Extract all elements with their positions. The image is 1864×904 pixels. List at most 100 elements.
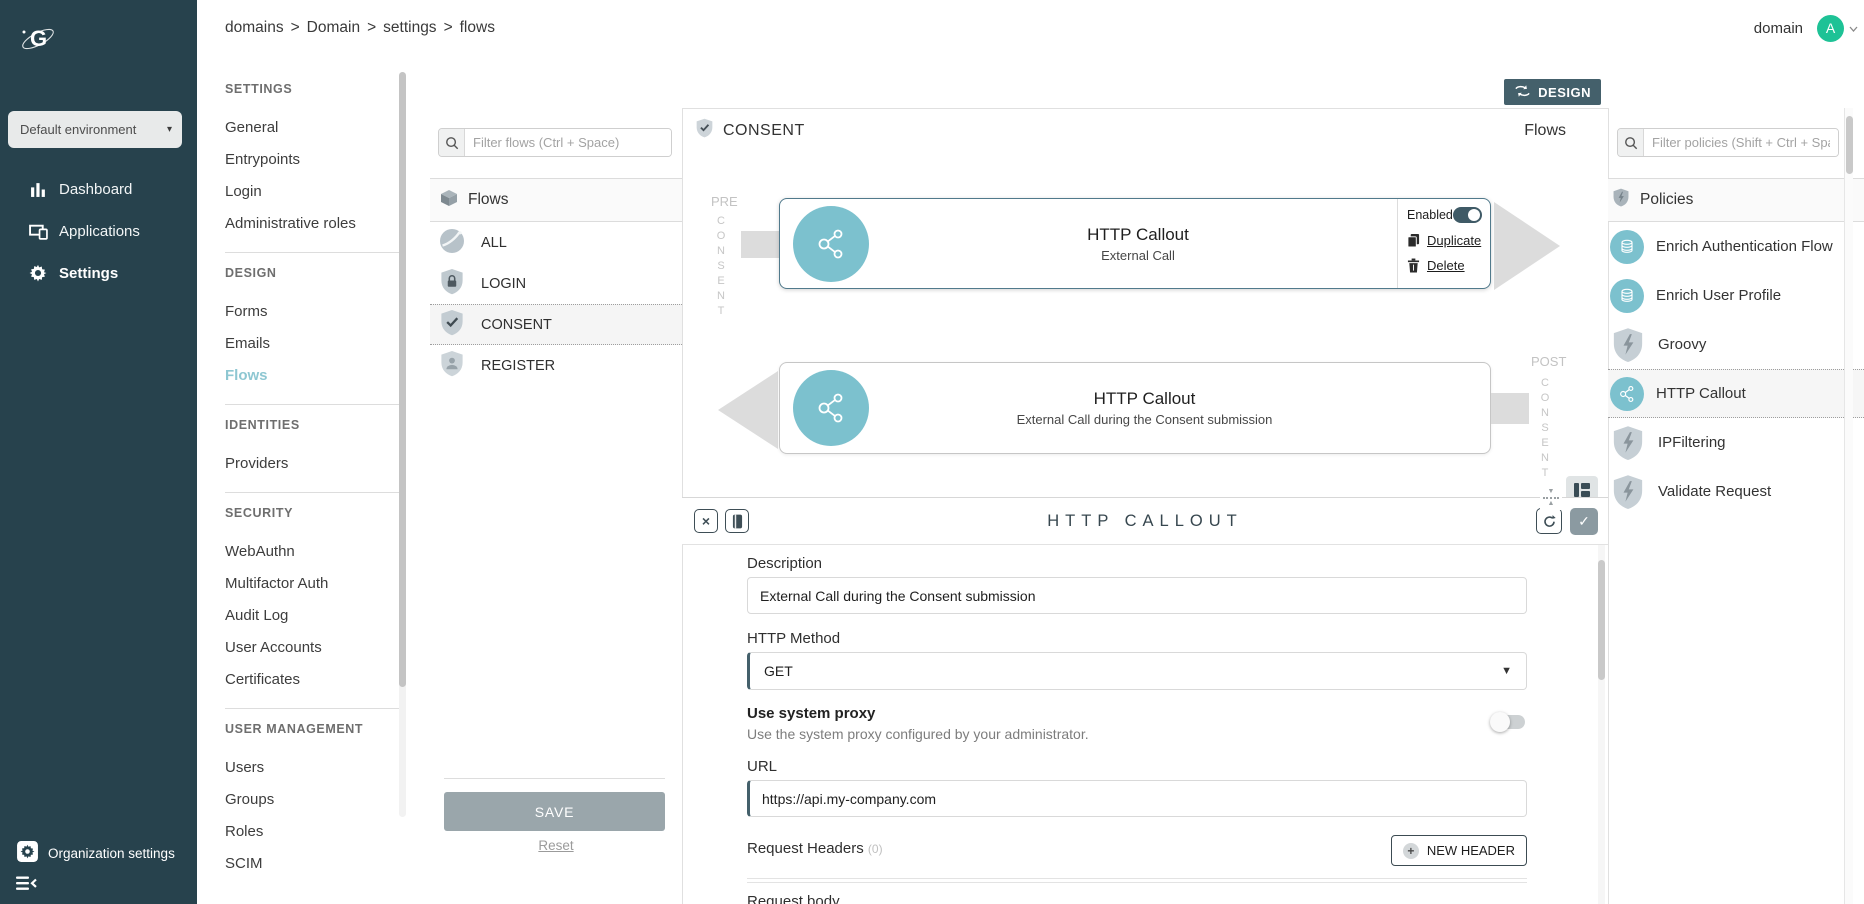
close-panel-button[interactable]: × [694,509,718,533]
scrollbar-thumb[interactable] [399,72,406,687]
sidebar-item-dashboard[interactable]: Dashboard [0,168,197,210]
trash-icon [1407,258,1420,273]
toggle-knob [1468,209,1480,221]
menu-item-scim[interactable]: SCIM [225,848,430,880]
apply-policy-button[interactable]: ✓ [1570,508,1598,535]
use-system-proxy-toggle[interactable] [1492,715,1525,729]
policy-item-label: Enrich User Profile [1656,287,1781,304]
swap-arrows-icon [1514,84,1531,101]
policy-item-label: Validate Request [1658,483,1771,500]
enabled-toggle[interactable] [1453,207,1482,223]
flow-node-http-callout-post[interactable]: HTTP Callout External Call during the Co… [779,362,1491,454]
chevron-down-icon[interactable] [1849,19,1858,37]
scrollbar-thumb[interactable] [1846,116,1853,174]
flow-item-login[interactable]: LOGIN [430,263,682,304]
breadcrumb-settings[interactable]: settings [383,19,436,37]
flow-item-label: ALL [481,235,507,251]
collapse-sidebar-button[interactable] [16,876,37,896]
sidebar-nav: Dashboard Applications Settings [0,168,197,294]
documentation-button[interactable] [725,509,749,533]
new-header-label: NEW HEADER [1427,843,1515,858]
policy-panel-title: HTTP CALLOUT [682,512,1608,531]
flow-item-all[interactable]: ALL [430,222,682,263]
policies-column: Policies Enrich Authentication Flow Enri… [1608,56,1864,904]
drag-dots-icon [1543,497,1559,499]
delete-button[interactable]: Delete [1407,258,1482,273]
chevron-down-icon: ▾ [167,124,172,135]
description-input[interactable] [747,577,1527,614]
description-label: Description [747,555,822,572]
divider [747,882,1527,883]
environment-label: Default environment [20,122,167,137]
globe-icon [439,228,465,258]
page: G Default environment ▾ Dashboard Applic… [0,0,1864,904]
policy-item-ipfiltering[interactable]: IPFiltering [1608,418,1864,467]
node-title: HTTP Callout [879,389,1410,409]
reset-link[interactable]: Reset [430,838,682,853]
breadcrumb-domain[interactable]: Domain [307,19,360,37]
flow-item-register[interactable]: REGISTER [430,345,682,386]
reset-policy-button[interactable] [1536,508,1562,534]
policies-list-header: Policies [1608,178,1864,222]
settings-menu: SETTINGS General Entrypoints Login Admin… [197,56,430,904]
policy-item-validate-request[interactable]: Validate Request [1608,467,1864,516]
flow-arrow-left [718,371,778,454]
use-system-proxy-label: Use system proxy [747,705,875,722]
design-button[interactable]: DESIGN [1504,79,1601,105]
org-gear-icon [16,840,39,866]
gear-icon [28,264,48,282]
flow-node-http-callout-pre[interactable]: HTTP Callout External Call Enabled Dupli… [779,198,1491,289]
post-lane-label: POST [1531,354,1566,369]
save-button[interactable]: SAVE [444,792,665,831]
divider [225,404,400,405]
organization-settings-link[interactable]: Organization settings [16,840,175,866]
policy-item-label: HTTP Callout [1656,385,1746,402]
layout-icon [1574,483,1590,497]
topbar: domains > Domain > settings > flows doma… [197,0,1864,56]
request-body-label: Request body [747,893,840,904]
policies-header-label: Policies [1640,191,1693,209]
sidebar-item-label: Settings [59,265,118,282]
policy-form: Description HTTP Method GET ▼ Use system… [747,545,1527,904]
flows-filter-input[interactable] [465,129,671,156]
divider [225,492,400,493]
breadcrumb-flows[interactable]: flows [460,19,495,37]
devices-icon [28,223,48,240]
sidebar-item-applications[interactable]: Applications [0,210,197,252]
panel-resize-handle[interactable]: ▼ ▲ [1540,486,1562,510]
url-input[interactable] [747,780,1527,817]
organization-settings-label: Organization settings [48,846,175,861]
flow-item-label: REGISTER [481,358,555,374]
flow-item-consent[interactable]: CONSENT [430,304,682,345]
post-lane-word: CONSENT [1539,377,1550,482]
policy-item-http-callout[interactable]: HTTP Callout [1608,369,1864,418]
duplicate-button[interactable]: Duplicate [1407,233,1482,248]
http-method-label: HTTP Method [747,630,840,647]
breadcrumb-separator: > [291,19,300,37]
policies-scrollbar [1844,108,1853,904]
environment-selector[interactable]: Default environment ▾ [8,111,182,148]
sidebar: G Default environment ▾ Dashboard Applic… [0,0,197,904]
avatar[interactable]: A [1817,15,1844,42]
shield-bolt-icon [1610,474,1646,510]
policy-item-groovy[interactable]: Groovy [1608,320,1864,369]
new-header-button[interactable]: + NEW HEADER [1391,835,1527,866]
sidebar-item-settings[interactable]: Settings [0,252,197,294]
domain-label: domain [1754,20,1803,37]
shield-bolt-icon [1610,425,1646,461]
flows-list: ALL LOGIN CONSENT [430,222,682,386]
shield-bolt-icon [1612,188,1630,212]
flows-column: Flows ALL LOGIN [430,56,682,904]
enabled-label: Enabled [1407,208,1453,222]
policies-filter-input[interactable] [1644,129,1838,156]
scrollbar-thumb[interactable] [1598,560,1605,680]
node-title: HTTP Callout [879,225,1397,245]
http-method-select[interactable]: GET ▼ [747,652,1527,690]
breadcrumb-domains[interactable]: domains [225,19,284,37]
divider [225,708,400,709]
policy-item-enrich-user-profile[interactable]: Enrich User Profile [1608,271,1864,320]
menu-item-roles[interactable]: Roles [225,816,430,848]
policy-item-enrich-authentication-flow[interactable]: Enrich Authentication Flow [1608,222,1864,271]
search-icon [439,129,465,156]
enabled-row: Enabled [1407,207,1482,223]
